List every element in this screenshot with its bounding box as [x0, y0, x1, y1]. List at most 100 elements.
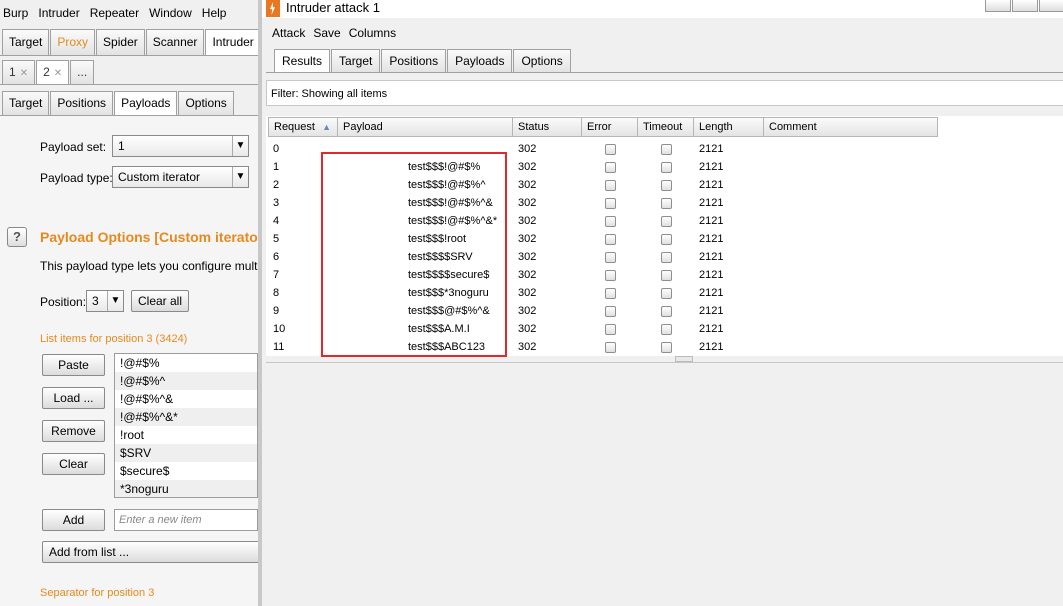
- column-header-error[interactable]: Error: [582, 117, 638, 137]
- payload-type-select[interactable]: Custom iterator ▼: [112, 166, 249, 188]
- cell-request: 4: [273, 215, 280, 227]
- checkbox[interactable]: [605, 234, 616, 245]
- cell-request: 10: [273, 323, 286, 335]
- checkbox[interactable]: [661, 216, 672, 227]
- tab-payloads[interactable]: Payloads: [447, 49, 513, 72]
- table-row[interactable]: 1 test$$$!@#$% 302 2121: [268, 158, 938, 176]
- checkbox[interactable]: [605, 252, 616, 263]
- checkbox[interactable]: [661, 180, 672, 191]
- list-item[interactable]: $secure$: [115, 462, 257, 480]
- table-row[interactable]: 11 test$$$ABC123 302 2121: [268, 338, 938, 356]
- tab-attack-2[interactable]: 2 ✕: [36, 60, 70, 84]
- subtab-options[interactable]: Options: [178, 91, 234, 115]
- subtab-positions[interactable]: Positions: [50, 91, 114, 115]
- tab-spider[interactable]: Spider: [96, 29, 145, 55]
- menu-burp[interactable]: Burp: [0, 3, 28, 23]
- tab-attack-1[interactable]: 1 ✕: [2, 60, 36, 84]
- checkbox[interactable]: [605, 270, 616, 281]
- list-item[interactable]: !@#$%: [115, 354, 257, 372]
- tab-positions[interactable]: Positions: [381, 49, 447, 72]
- list-item[interactable]: $SRV: [115, 444, 257, 462]
- payload-list[interactable]: !@#$% !@#$%^ !@#$%^& !@#$%^&* !root $SRV…: [114, 353, 258, 498]
- menu-intruder[interactable]: Intruder: [35, 3, 79, 23]
- table-row[interactable]: 0 302 2121: [268, 140, 938, 158]
- minimize-icon[interactable]: [985, 0, 1011, 12]
- tab-results[interactable]: Results: [274, 49, 331, 72]
- list-item[interactable]: !@#$%^&*: [115, 408, 257, 426]
- tab-scanner[interactable]: Scanner: [145, 29, 205, 55]
- column-header-status[interactable]: Status: [513, 117, 582, 137]
- tab-intruder[interactable]: Intruder: [205, 29, 258, 55]
- table-row[interactable]: 5 test$$$!root 302 2121: [268, 230, 938, 248]
- checkbox[interactable]: [661, 162, 672, 173]
- table-row[interactable]: 2 test$$$!@#$%^ 302 2121: [268, 176, 938, 194]
- cell-length: 2121: [699, 251, 724, 263]
- menu-save[interactable]: Save: [313, 26, 340, 40]
- menu-repeater[interactable]: Repeater: [87, 3, 139, 23]
- checkbox[interactable]: [605, 144, 616, 155]
- tab-target[interactable]: Target: [2, 29, 50, 55]
- menu-help[interactable]: Help: [199, 3, 227, 23]
- close-icon[interactable]: ✕: [54, 68, 62, 79]
- table-row[interactable]: 10 test$$$A.M.I 302 2121: [268, 320, 938, 338]
- checkbox[interactable]: [605, 342, 616, 353]
- remove-button[interactable]: Remove: [42, 420, 105, 442]
- checkbox[interactable]: [605, 324, 616, 335]
- column-header-length[interactable]: Length: [694, 117, 764, 137]
- tab-new-attack[interactable]: ...: [70, 60, 95, 84]
- add-from-list-button[interactable]: Add from list ...: [42, 541, 258, 563]
- table-row[interactable]: 9 test$$$@#$%^& 302 2121: [268, 302, 938, 320]
- checkbox[interactable]: [661, 324, 672, 335]
- close-window-icon[interactable]: [1039, 0, 1063, 12]
- checkbox[interactable]: [605, 306, 616, 317]
- checkbox[interactable]: [605, 288, 616, 299]
- column-header-request[interactable]: Request ▲: [268, 117, 338, 137]
- close-icon[interactable]: ✕: [20, 68, 28, 79]
- menu-attack[interactable]: Attack: [272, 26, 305, 40]
- checkbox[interactable]: [661, 288, 672, 299]
- list-item[interactable]: !root: [115, 426, 257, 444]
- tab-proxy[interactable]: Proxy: [50, 29, 96, 55]
- checkbox[interactable]: [661, 252, 672, 263]
- paste-button[interactable]: Paste: [42, 354, 105, 376]
- checkbox[interactable]: [661, 234, 672, 245]
- clear-button[interactable]: Clear: [42, 453, 105, 475]
- position-select[interactable]: 3 ▼: [86, 290, 124, 312]
- checkbox[interactable]: [605, 198, 616, 209]
- column-header-payload[interactable]: Payload: [338, 117, 513, 137]
- tab-options[interactable]: Options: [513, 49, 571, 72]
- table-row[interactable]: 3 test$$$!@#$%^& 302 2121: [268, 194, 938, 212]
- filter-bar[interactable]: Filter: Showing all items: [266, 80, 1063, 106]
- checkbox[interactable]: [605, 180, 616, 191]
- maximize-icon[interactable]: [1012, 0, 1038, 12]
- tab-target[interactable]: Target: [331, 49, 381, 72]
- payload-type-label: Payload type:: [40, 171, 113, 185]
- payload-set-select[interactable]: 1 ▼: [112, 135, 249, 157]
- table-row[interactable]: 7 test$$$$secure$ 302 2121: [268, 266, 938, 284]
- checkbox[interactable]: [661, 342, 672, 353]
- cell-payload: test$$$!root: [408, 233, 467, 245]
- help-icon[interactable]: ?: [7, 227, 27, 247]
- checkbox[interactable]: [605, 162, 616, 173]
- column-header-comment[interactable]: Comment: [764, 117, 938, 137]
- list-item[interactable]: *3noguru: [115, 480, 257, 497]
- clear-all-button[interactable]: Clear all: [131, 290, 189, 312]
- table-row[interactable]: 8 test$$$*3noguru 302 2121: [268, 284, 938, 302]
- new-item-input[interactable]: Enter a new item: [114, 509, 258, 531]
- checkbox[interactable]: [661, 270, 672, 281]
- add-button[interactable]: Add: [42, 509, 105, 531]
- subtab-target[interactable]: Target: [2, 91, 50, 115]
- list-item[interactable]: !@#$%^: [115, 372, 257, 390]
- checkbox[interactable]: [661, 306, 672, 317]
- load-button[interactable]: Load ...: [42, 387, 105, 409]
- table-row[interactable]: 6 test$$$$SRV 302 2121: [268, 248, 938, 266]
- column-header-timeout[interactable]: Timeout: [638, 117, 694, 137]
- menu-columns[interactable]: Columns: [349, 26, 396, 40]
- checkbox[interactable]: [661, 198, 672, 209]
- checkbox[interactable]: [661, 144, 672, 155]
- menu-window[interactable]: Window: [146, 3, 192, 23]
- subtab-payloads[interactable]: Payloads: [114, 91, 178, 115]
- checkbox[interactable]: [605, 216, 616, 227]
- list-item[interactable]: !@#$%^&: [115, 390, 257, 408]
- table-row[interactable]: 4 test$$$!@#$%^&* 302 2121: [268, 212, 938, 230]
